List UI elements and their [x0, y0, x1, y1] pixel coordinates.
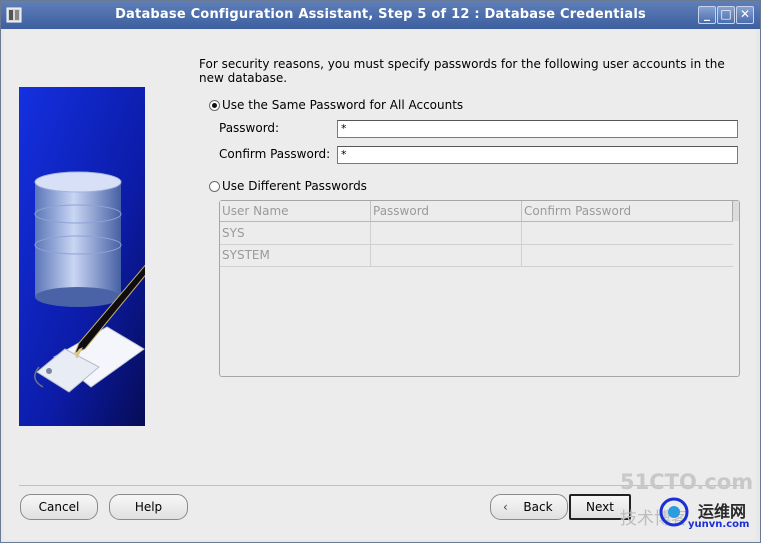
table-row: SYS — [220, 222, 733, 245]
cell-user-name: SYSTEM — [220, 244, 371, 266]
watermark-51cto: 51CTO.com — [620, 470, 754, 494]
cancel-button[interactable]: Cancel — [20, 494, 98, 520]
dbca-window: Database Configuration Assistant, Step 5… — [0, 0, 761, 543]
different-passwords-label[interactable]: Use Different Passwords — [222, 179, 367, 193]
window-title: Database Configuration Assistant, Step 5… — [115, 7, 646, 22]
cell-password[interactable] — [371, 222, 522, 244]
next-button-label: Next — [586, 500, 614, 514]
confirm-password-label: Confirm Password: — [219, 147, 331, 161]
confirm-password-field[interactable]: * — [337, 146, 738, 164]
intro-text: For security reasons, you must specify p… — [199, 57, 725, 85]
column-password[interactable]: Password — [371, 201, 522, 221]
chevron-left-icon: ‹ — [503, 500, 508, 514]
different-passwords-radio[interactable] — [209, 181, 220, 192]
column-user-name[interactable]: User Name — [220, 201, 371, 221]
password-field[interactable]: * — [337, 120, 738, 138]
accounts-table: User Name Password Confirm Password SYS … — [219, 200, 740, 377]
cell-confirm-password[interactable] — [522, 244, 733, 266]
cell-confirm-password[interactable] — [522, 222, 733, 244]
same-password-radio[interactable] — [209, 100, 220, 111]
table-scrollbar[interactable] — [732, 201, 739, 221]
password-label: Password: — [219, 121, 280, 135]
wizard-content: For security reasons, you must specify p… — [4, 30, 756, 540]
back-button-label: Back — [523, 500, 553, 514]
same-password-label[interactable]: Use the Same Password for All Accounts — [222, 98, 463, 112]
maximize-icon[interactable]: □ — [717, 6, 735, 24]
back-button[interactable]: ‹ Back — [490, 494, 568, 520]
cell-password[interactable] — [371, 244, 522, 266]
watermark-logo-icon — [659, 497, 689, 527]
title-bar[interactable]: Database Configuration Assistant, Step 5… — [1, 1, 760, 29]
table-row: SYSTEM — [220, 244, 733, 267]
help-button[interactable]: Help — [109, 494, 188, 520]
cell-user-name: SYS — [220, 222, 371, 244]
watermark-url: yunvn.com — [688, 519, 750, 530]
close-icon[interactable]: ✕ — [736, 6, 754, 24]
database-pen-illustration — [19, 87, 145, 426]
table-header: User Name Password Confirm Password — [220, 201, 733, 222]
column-confirm-password[interactable]: Confirm Password — [522, 201, 733, 221]
minimize-icon[interactable]: _ — [698, 6, 716, 24]
